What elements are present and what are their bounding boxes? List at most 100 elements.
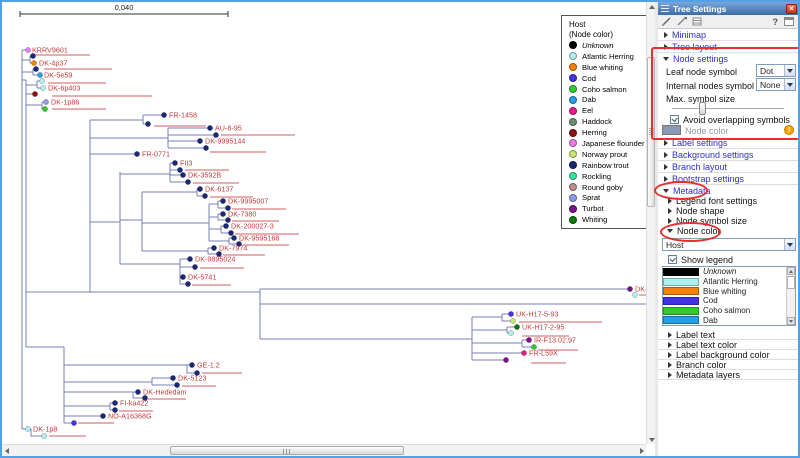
pencil-icon[interactable] [661, 16, 673, 27]
section-branch-layout[interactable]: Branch layout [658, 161, 798, 173]
tip-node[interactable] [202, 193, 207, 198]
tip-label[interactable]: DK-5123 [178, 374, 206, 383]
dropdown-button[interactable] [784, 79, 795, 90]
tip-node[interactable] [180, 274, 185, 279]
avoid-overlapping-checkbox[interactable] [670, 115, 679, 124]
tip-node[interactable] [71, 420, 76, 425]
tip-node[interactable] [197, 186, 202, 191]
metadata-column-select[interactable]: Host [662, 238, 796, 251]
subsection-node-shape[interactable]: Node shape [658, 206, 798, 216]
close-button[interactable]: × [786, 4, 797, 14]
tip-label[interactable]: DK-1p86 [51, 98, 79, 107]
tip-node[interactable] [508, 330, 513, 335]
tip-label[interactable]: DK-9995144 [205, 137, 245, 146]
tip-node[interactable] [42, 106, 47, 111]
tip-node[interactable] [521, 350, 526, 355]
dropdown-button[interactable] [784, 239, 795, 250]
tip-node[interactable] [31, 60, 36, 65]
tip-label[interactable]: DK-9895024 [195, 255, 235, 264]
tip-label[interactable]: DK-3592B [188, 171, 221, 180]
leaf-node-symbol-select[interactable]: Dot [756, 64, 796, 77]
tip-label[interactable]: FI-ka422 [120, 399, 148, 408]
tip-node[interactable] [172, 160, 177, 165]
tip-node[interactable] [526, 337, 531, 342]
tip-label[interactable]: DK-6p403 [48, 84, 80, 93]
section-tree-layout[interactable]: Tree layout [658, 41, 798, 53]
tip-node[interactable] [197, 138, 202, 143]
vertical-scrollbar-thumb[interactable] [647, 57, 655, 207]
horizontal-scrollbar-thumb[interactable] [170, 446, 404, 455]
tip-label[interactable]: DK-7974 [219, 244, 247, 253]
tip-label[interactable]: KRRV9601 [32, 46, 68, 55]
tip-label[interactable]: DK-Hededam [143, 388, 187, 397]
scroll-left-button[interactable] [2, 446, 11, 455]
tip-node[interactable] [135, 389, 140, 394]
dock-panel-icon[interactable] [784, 17, 794, 26]
tip-node[interactable] [32, 91, 37, 96]
section-bootstrap-settings[interactable]: Bootstrap settings [658, 173, 798, 185]
tip-node[interactable] [189, 362, 194, 367]
pen-icon[interactable] [676, 16, 688, 27]
subsection-label-text-color[interactable]: Label text color [658, 340, 798, 350]
scroll-right-button[interactable] [637, 446, 646, 455]
tip-node[interactable] [41, 433, 46, 438]
tip-node[interactable] [37, 72, 42, 77]
tip-node[interactable] [161, 112, 166, 117]
section-label-settings[interactable]: Label settings [658, 137, 798, 149]
show-legend-checkbox[interactable] [668, 255, 677, 264]
tip-node[interactable] [192, 264, 197, 269]
tip-node[interactable] [203, 145, 208, 150]
tip-node[interactable] [207, 125, 212, 130]
tip-node[interactable] [112, 400, 117, 405]
tip-label[interactable]: DK-200027-3 [231, 222, 274, 231]
tip-label[interactable]: FR-L59X [529, 349, 558, 358]
tip-label[interactable]: DK-4p37 [39, 59, 67, 68]
tip-node[interactable] [220, 211, 225, 216]
tip-node[interactable] [25, 426, 30, 431]
host-color-row[interactable]: Blue whiting [663, 286, 795, 296]
section-minimap[interactable]: Minimap [658, 29, 798, 41]
tip-label[interactable]: NO-A16368G [108, 412, 152, 421]
help-icon[interactable]: ? [773, 17, 779, 27]
listbox-scrollbar-thumb[interactable] [787, 276, 795, 289]
tip-node[interactable] [627, 286, 632, 291]
host-color-row[interactable]: Unknown [663, 267, 795, 277]
tip-label[interactable]: GE-1.2 [197, 361, 220, 370]
tip-label[interactable]: AU-8-95 [215, 124, 242, 133]
tip-node[interactable] [211, 245, 216, 250]
tip-node[interactable] [25, 47, 30, 52]
tip-node[interactable] [187, 256, 192, 261]
tip-node[interactable] [43, 99, 48, 104]
tip-label[interactable]: DK-5741 [188, 273, 216, 282]
tree-view[interactable]: 0,040KRRV9601DK-4p37DK-5e59DK-6p403DK-1p… [2, 2, 646, 456]
tip-node[interactable] [185, 179, 190, 184]
tip-node[interactable] [177, 167, 182, 172]
tip-label[interactable]: UK-H17-2-95 [522, 323, 564, 332]
tip-node[interactable] [180, 172, 185, 177]
host-color-row[interactable]: Eel [663, 325, 795, 326]
host-color-listbox[interactable]: UnknownAtlantic HerringBlue whitingCodCo… [662, 266, 796, 326]
tip-node[interactable] [231, 235, 236, 240]
tip-label[interactable]: DK-1 [635, 285, 646, 294]
tip-node[interactable] [145, 121, 150, 126]
tip-label[interactable]: IR-F13.02.97 [534, 336, 576, 345]
tip-label[interactable]: DK-5e59 [44, 71, 72, 80]
subsection-branch-color[interactable]: Branch color [658, 360, 798, 370]
tip-label[interactable]: DK-7380 [228, 210, 256, 219]
tip-label[interactable]: DK-9595168 [239, 234, 279, 243]
tip-node[interactable] [508, 311, 513, 316]
tip-node[interactable] [40, 85, 45, 90]
tip-node[interactable] [134, 151, 139, 156]
tip-node[interactable] [220, 198, 225, 203]
tip-node[interactable] [514, 324, 519, 329]
tip-node[interactable] [185, 281, 190, 286]
tip-label[interactable]: DK-1p8 [33, 425, 57, 434]
internal-nodes-symbol-select[interactable]: None [756, 78, 796, 91]
tip-label[interactable]: DK-9995007 [228, 197, 268, 206]
host-color-row[interactable]: Coho salmon [663, 306, 795, 316]
subsection-label-background-color[interactable]: Label background color [658, 350, 798, 360]
tip-node[interactable] [503, 357, 508, 362]
tip-node[interactable] [510, 318, 515, 323]
tip-node[interactable] [100, 413, 105, 418]
tip-label[interactable]: UK-H17-5-93 [516, 310, 558, 319]
